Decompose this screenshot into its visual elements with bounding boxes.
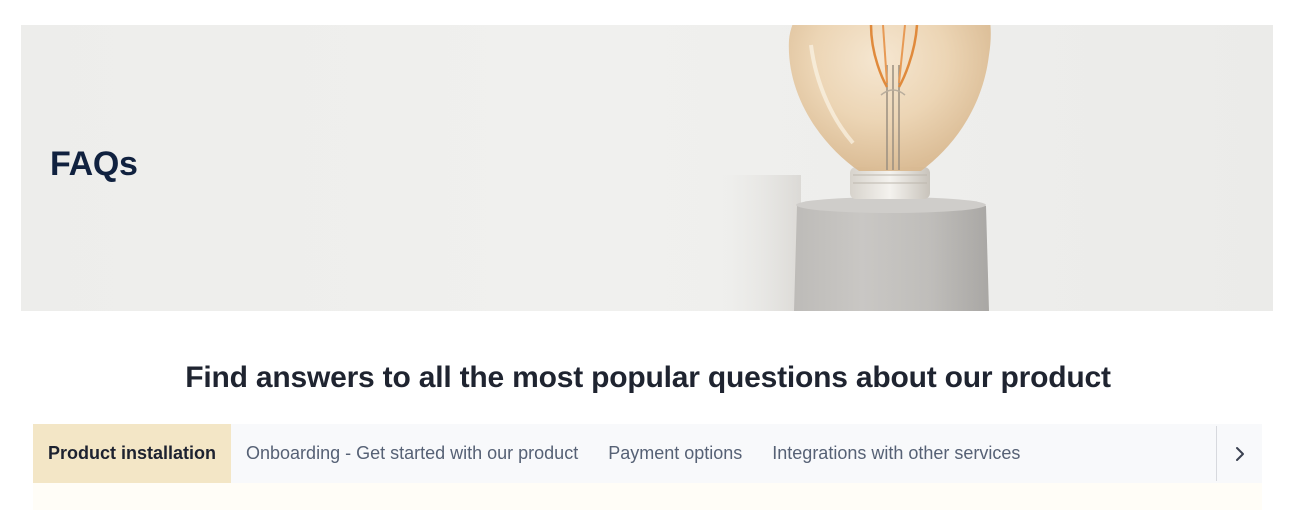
faq-tabs: Product installation Onboarding - Get st… — [33, 424, 1262, 483]
tab-integrations[interactable]: Integrations with other services — [757, 424, 1035, 483]
tab-panel — [33, 483, 1262, 510]
faq-page: FAQs Find answers to all the most popula… — [0, 0, 1296, 510]
hero-banner: FAQs — [21, 25, 1273, 311]
tab-product-installation[interactable]: Product installation — [33, 424, 232, 483]
tab-onboarding[interactable]: Onboarding - Get started with our produc… — [231, 424, 593, 483]
chevron-right-icon — [1235, 446, 1244, 461]
section-heading: Find answers to all the most popular que… — [185, 361, 1111, 394]
page-title: FAQs — [50, 145, 138, 183]
tabs-spacer — [1035, 424, 1216, 483]
tabs-scroll-next-button[interactable] — [1216, 426, 1262, 481]
light-bulb-image — [721, 25, 991, 311]
tab-payment-options[interactable]: Payment options — [593, 424, 757, 483]
